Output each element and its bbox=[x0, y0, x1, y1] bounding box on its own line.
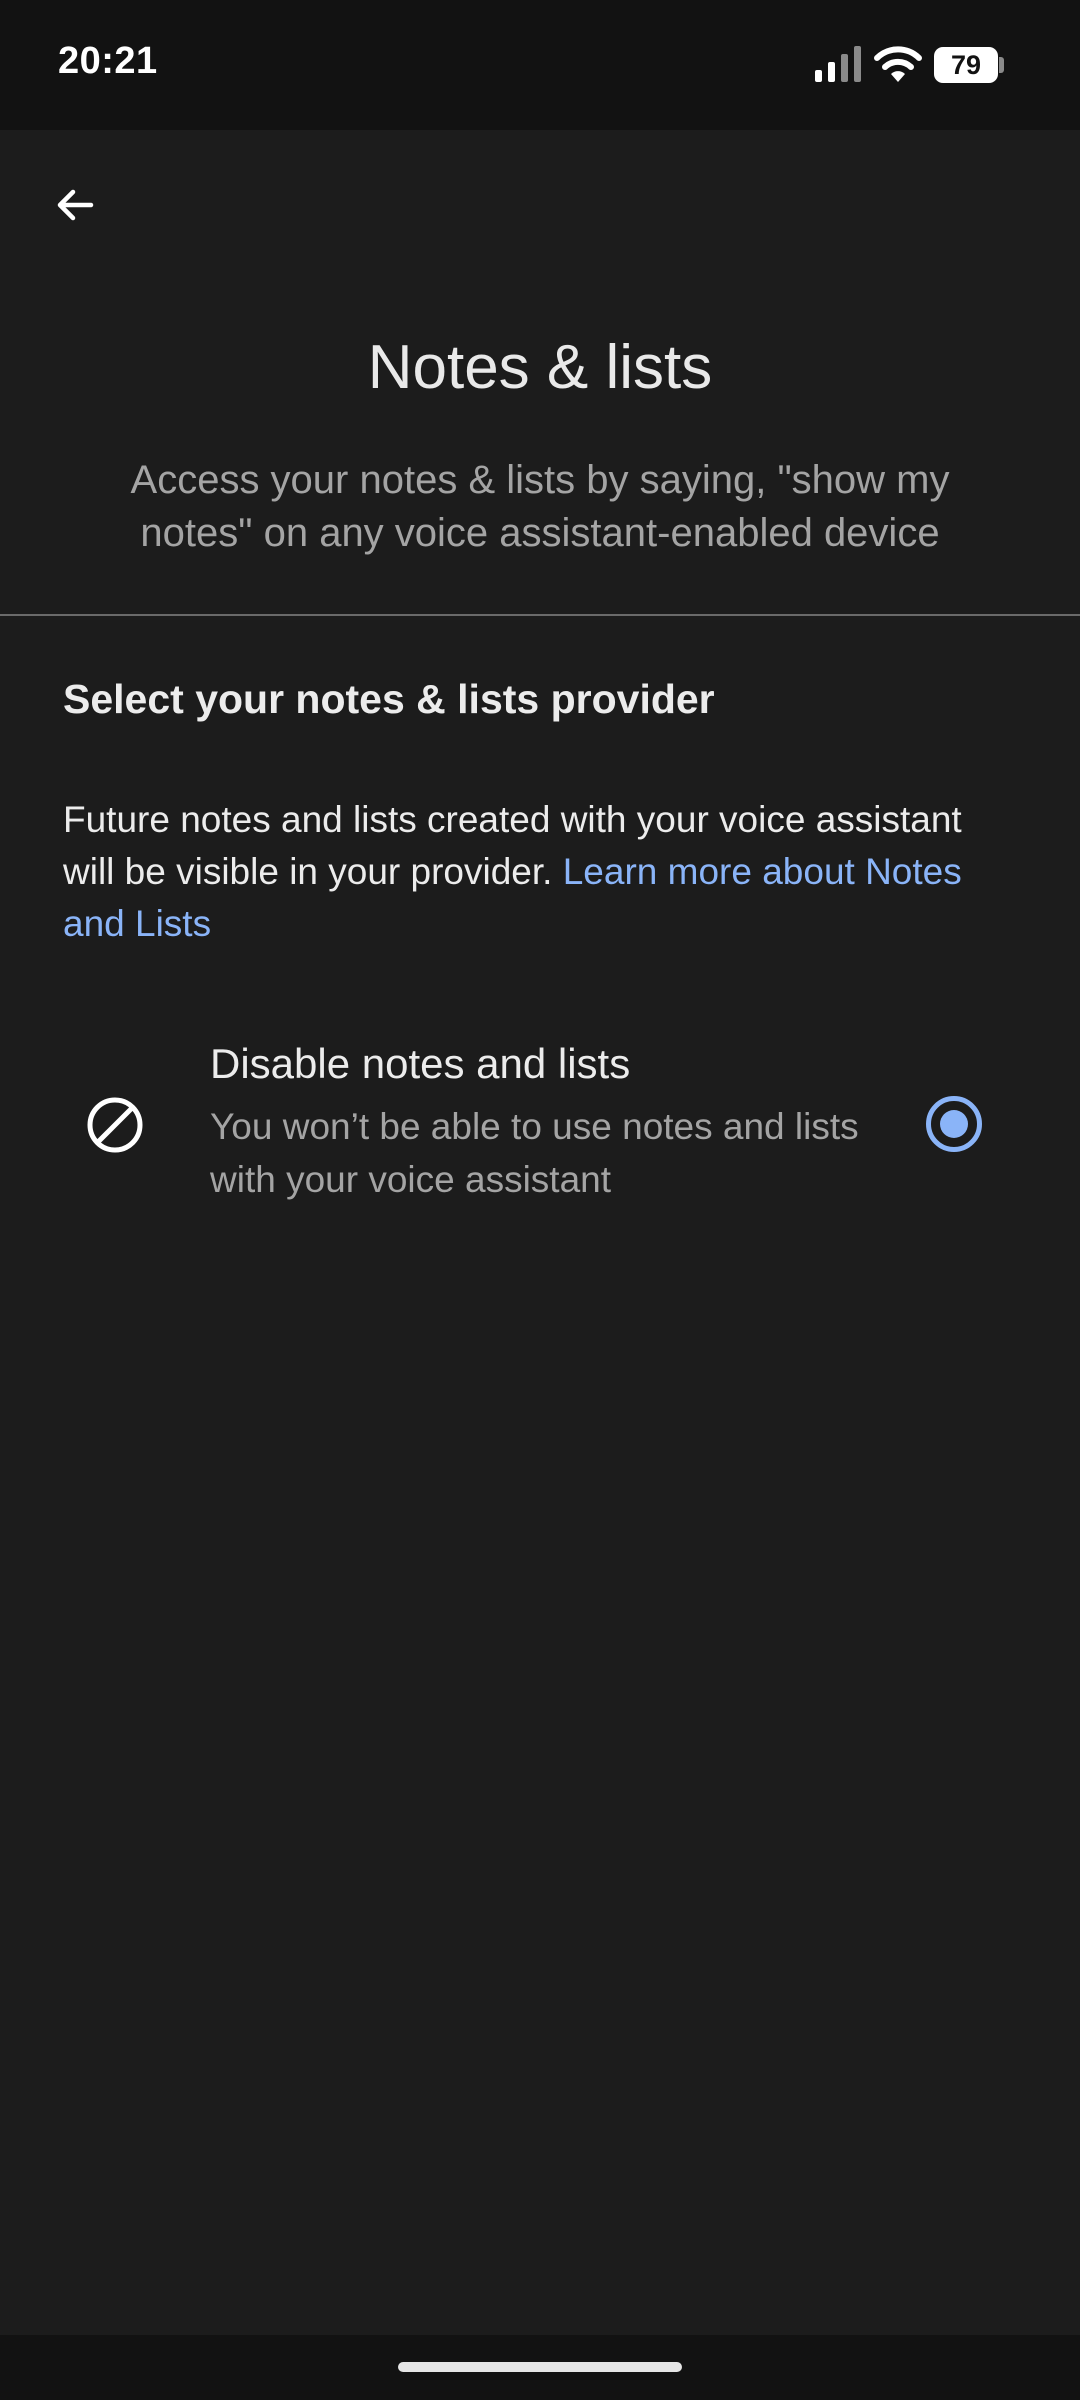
arrow-back-icon bbox=[57, 189, 94, 221]
home-indicator[interactable] bbox=[398, 2362, 682, 2372]
page-subtitle: Access your notes & lists by saying, "sh… bbox=[130, 458, 950, 555]
option-radio-button[interactable] bbox=[926, 1096, 982, 1152]
back-button[interactable] bbox=[40, 170, 110, 240]
section-description: Future notes and lists created with your… bbox=[63, 794, 993, 950]
radio-selected-dot bbox=[940, 1110, 968, 1138]
option-title: Disable notes and lists bbox=[210, 1040, 631, 1087]
battery-cap bbox=[999, 57, 1004, 73]
section-heading: Select your notes & lists provider bbox=[63, 676, 715, 722]
status-bar: 20:21 79 bbox=[0, 0, 1080, 130]
option-description: You won’t be able to use notes and lists… bbox=[210, 1106, 859, 1200]
signal-icon bbox=[815, 46, 861, 82]
wifi-icon bbox=[874, 46, 922, 82]
status-time: 20:21 bbox=[58, 40, 158, 82]
divider bbox=[0, 614, 1080, 616]
navigation-bar bbox=[0, 2335, 1080, 2400]
battery-icon: 79 bbox=[934, 47, 1004, 83]
notes-lists-settings-screen: 20:21 79 Notes & lists Access your notes… bbox=[0, 0, 1080, 2400]
option-disable-notes-lists[interactable]: Disable notes and lists You won’t be abl… bbox=[0, 1028, 1080, 1238]
battery-level: 79 bbox=[950, 50, 982, 80]
page-title: Notes & lists bbox=[367, 333, 713, 402]
block-icon bbox=[87, 1097, 143, 1153]
